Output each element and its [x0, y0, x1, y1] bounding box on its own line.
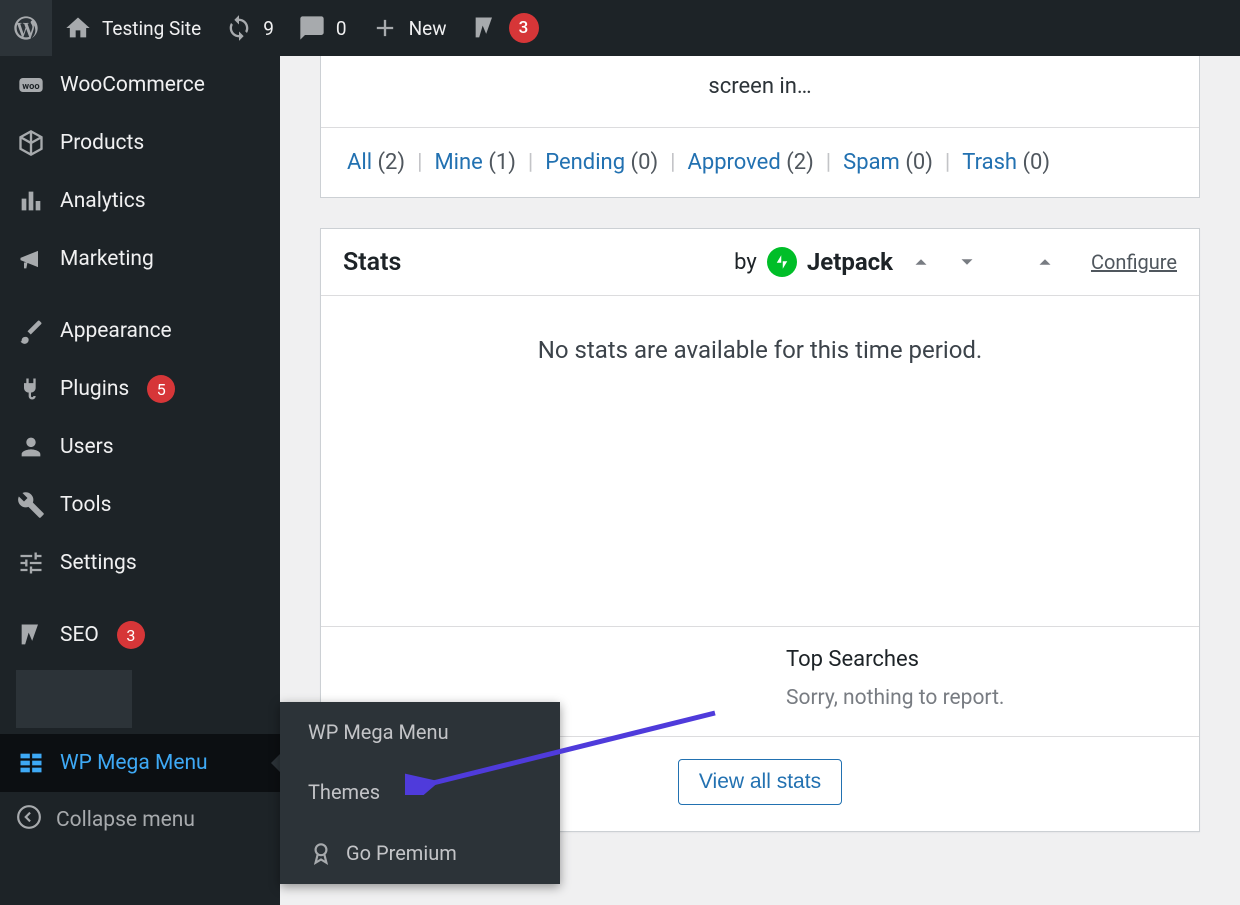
top-searches-msg: Sorry, nothing to report. — [786, 686, 1173, 710]
filter-trash[interactable]: Trash — [962, 150, 1017, 175]
box-icon — [16, 128, 46, 158]
sidebar-item-label: SEO — [60, 623, 99, 647]
admin-bar: Testing Site 9 0 New 3 — [0, 0, 1240, 56]
stats-empty-message: No stats are available for this time per… — [347, 326, 1173, 364]
filter-pending[interactable]: Pending — [545, 150, 625, 175]
sidebar-item-label: Appearance — [60, 319, 172, 343]
stats-col-top-searches: Top Searches Sorry, nothing to report. — [760, 627, 1199, 736]
plus-icon — [371, 14, 399, 42]
comments-count: 0 — [336, 17, 347, 40]
sidebar-item-analytics[interactable]: Analytics — [0, 172, 280, 230]
stats-body: No stats are available for this time per… — [321, 296, 1199, 626]
sidebar-item-label: WP Mega Menu — [60, 751, 208, 775]
new-content[interactable]: New — [359, 0, 459, 56]
sidebar-item-plugins[interactable]: Plugins 5 — [0, 360, 280, 418]
home-icon — [64, 14, 92, 42]
flyout-item-label: WP Mega Menu — [308, 720, 449, 744]
mega-menu-icon — [16, 748, 46, 778]
move-down-button[interactable] — [953, 248, 981, 276]
comment-icon — [298, 14, 326, 42]
sidebar-item-wp-mega-menu[interactable]: WP Mega Menu — [0, 734, 280, 792]
new-label: New — [409, 17, 447, 40]
filter-mine[interactable]: Mine — [434, 150, 482, 175]
comment-filters: All (2) | Mine (1) | Pending (0) | Appro… — [321, 127, 1199, 197]
filter-pending-count: (0) — [631, 150, 659, 175]
stats-panel-header: Stats by Jetpack Configure — [321, 229, 1199, 296]
toggle-panel-button[interactable] — [1031, 248, 1059, 276]
updates[interactable]: 9 — [213, 0, 286, 56]
sidebar-item-woocommerce[interactable]: woo WooCommerce — [0, 56, 280, 114]
sidebar-item-label: Plugins — [60, 377, 129, 401]
sidebar-item-marketing[interactable]: Marketing — [0, 230, 280, 288]
sliders-icon — [16, 548, 46, 578]
sidebar-item-users[interactable]: Users — [0, 418, 280, 476]
plug-icon — [16, 374, 46, 404]
wp-logo[interactable] — [0, 0, 52, 56]
flyout-item-wp-mega-menu[interactable]: WP Mega Menu — [280, 702, 560, 762]
filter-approved[interactable]: Approved — [687, 150, 780, 175]
stats-title: Stats — [343, 248, 401, 277]
activity-truncated-text: screen in… — [321, 56, 1199, 127]
sidebar-placeholder — [16, 670, 132, 728]
sidebar-item-appearance[interactable]: Appearance — [0, 302, 280, 360]
award-icon — [308, 840, 334, 866]
collapse-menu[interactable]: Collapse menu — [0, 792, 280, 848]
by-label: by — [734, 250, 757, 275]
filter-spam-count: (0) — [905, 150, 933, 175]
site-name[interactable]: Testing Site — [52, 0, 213, 56]
sidebar-item-tools[interactable]: Tools — [0, 476, 280, 534]
filter-spam[interactable]: Spam — [843, 150, 900, 175]
jetpack-name: Jetpack — [807, 248, 893, 276]
view-all-stats-button[interactable]: View all stats — [678, 759, 842, 805]
sidebar-item-label: Settings — [60, 551, 137, 575]
yoast-icon — [16, 620, 46, 650]
chart-icon — [16, 186, 46, 216]
sidebar-item-label: Analytics — [60, 189, 146, 213]
flyout-item-label: Themes — [308, 780, 380, 804]
yoast-seo[interactable]: 3 — [459, 0, 551, 56]
wp-mega-menu-flyout: WP Mega Menu Themes Go Premium — [280, 702, 560, 884]
sidebar-item-label: Tools — [60, 493, 111, 517]
update-icon — [225, 14, 253, 42]
flyout-item-label: Go Premium — [346, 841, 457, 865]
seo-badge: 3 — [117, 621, 145, 649]
admin-sidebar: woo WooCommerce Products Analytics Marke… — [0, 56, 280, 905]
filter-approved-count: (2) — [786, 150, 814, 175]
plugins-badge: 5 — [147, 375, 175, 403]
woocommerce-icon: woo — [16, 70, 46, 100]
sidebar-item-label: WooCommerce — [60, 73, 205, 97]
move-up-button[interactable] — [907, 248, 935, 276]
sidebar-item-settings[interactable]: Settings — [0, 534, 280, 592]
filter-mine-count: (1) — [488, 150, 516, 175]
collapse-icon — [16, 804, 42, 836]
jetpack-icon — [767, 247, 797, 277]
site-name-label: Testing Site — [102, 17, 201, 40]
filter-all[interactable]: All — [347, 150, 372, 175]
configure-link[interactable]: Configure — [1091, 250, 1177, 274]
activity-panel: screen in… All (2) | Mine (1) | Pending … — [320, 56, 1200, 198]
collapse-label: Collapse menu — [56, 808, 195, 832]
by-jetpack: by Jetpack — [734, 247, 893, 277]
yoast-badge: 3 — [509, 13, 539, 43]
user-icon — [16, 432, 46, 462]
sidebar-item-products[interactable]: Products — [0, 114, 280, 172]
flyout-item-go-premium[interactable]: Go Premium — [280, 822, 560, 884]
sidebar-item-label: Marketing — [60, 247, 154, 271]
sidebar-item-label: Products — [60, 131, 144, 155]
filter-all-count: (2) — [378, 150, 406, 175]
megaphone-icon — [16, 244, 46, 274]
sidebar-item-label: Users — [60, 435, 114, 459]
wordpress-icon — [12, 14, 40, 42]
comments[interactable]: 0 — [286, 0, 359, 56]
wrench-icon — [16, 490, 46, 520]
sidebar-item-seo[interactable]: SEO 3 — [0, 606, 280, 664]
updates-count: 9 — [263, 17, 274, 40]
top-searches-title: Top Searches — [786, 647, 1173, 672]
brush-icon — [16, 316, 46, 346]
flyout-item-themes[interactable]: Themes — [280, 762, 560, 822]
yoast-icon — [471, 14, 499, 42]
svg-text:woo: woo — [22, 81, 39, 92]
filter-trash-count: (0) — [1023, 150, 1051, 175]
